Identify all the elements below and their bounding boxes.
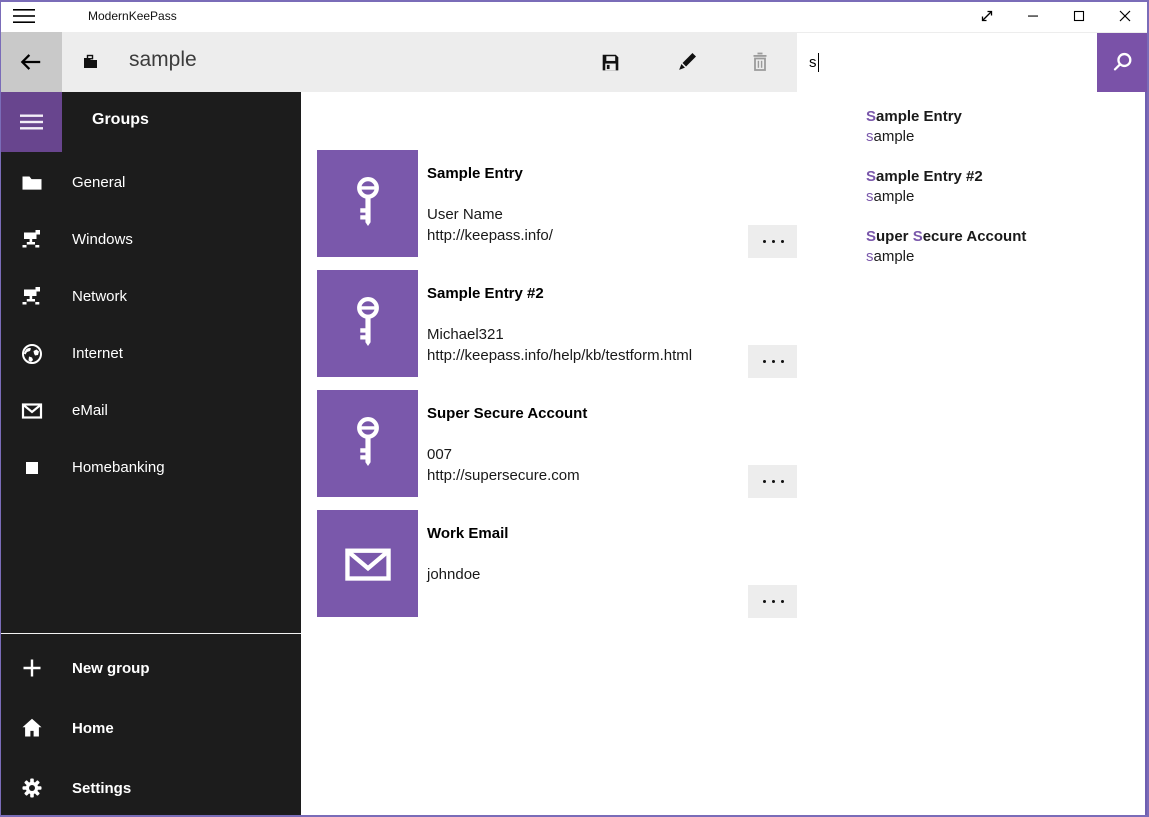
entry-title: Sample Entry #2 — [427, 285, 777, 302]
command-bar: sample s — [0, 32, 1149, 92]
search-submit-button[interactable] — [1097, 33, 1147, 92]
search-input[interactable]: s — [797, 33, 1097, 92]
window-border-left — [0, 0, 1, 817]
suggestion-item[interactable]: Sample Entry sample — [797, 98, 1145, 154]
envelope-icon — [339, 535, 397, 593]
trash-icon — [748, 50, 772, 74]
hamburger-icon[interactable] — [13, 8, 36, 30]
ellipsis-icon — [763, 600, 766, 603]
minimize-icon — [1021, 4, 1045, 28]
database-name: sample — [129, 48, 197, 72]
key-icon — [342, 174, 394, 234]
network-icon — [20, 228, 44, 252]
sidebar-action-new-group[interactable]: New group — [0, 639, 301, 697]
more-button[interactable] — [748, 345, 798, 378]
entry-title: Super Secure Account — [427, 405, 777, 422]
search-query-text: s — [809, 54, 817, 71]
suggestion-subtitle: sample — [866, 188, 1145, 205]
sidebar-item-network[interactable]: Network — [0, 268, 301, 325]
close-button[interactable] — [1102, 0, 1148, 32]
list-item[interactable]: Sample Entry User Name http://keepass.in… — [317, 150, 418, 257]
nav-hamburger-button[interactable] — [0, 92, 62, 152]
suggestion-item[interactable]: Sample Entry #2 sample — [797, 158, 1145, 214]
sidebar-item-internet[interactable]: Internet — [0, 325, 301, 382]
fullscreen-button[interactable] — [964, 0, 1010, 32]
entry-username: johndoe — [427, 564, 777, 585]
entry-username: Michael321 — [427, 324, 777, 345]
maximize-button[interactable] — [1056, 0, 1102, 32]
hamburger-icon — [18, 112, 45, 132]
entry-title: Work Email — [427, 525, 777, 542]
entry-url: http://keepass.info/ — [427, 225, 777, 246]
list-item[interactable]: Super Secure Account 007 http://supersec… — [317, 390, 418, 497]
suggestion-subtitle: sample — [866, 248, 1145, 265]
entry-tile — [317, 270, 418, 377]
entry-tile — [317, 510, 418, 617]
briefcase-icon — [82, 53, 99, 75]
more-button[interactable] — [748, 225, 798, 258]
globe-icon — [20, 342, 44, 366]
title-bar: ModernKeePass — [0, 0, 1149, 32]
entry-title: Sample Entry — [427, 165, 777, 182]
text-cursor — [818, 53, 819, 72]
sidebar-action-home[interactable]: Home — [0, 699, 301, 757]
network-icon — [20, 285, 44, 309]
minimize-button[interactable] — [1010, 0, 1056, 32]
more-button[interactable] — [748, 465, 798, 498]
key-icon — [342, 294, 394, 354]
sidebar-separator — [0, 633, 301, 634]
sidebar-item-general[interactable]: General — [0, 154, 301, 211]
home-icon — [20, 716, 44, 740]
entry-url: http://keepass.info/help/kb/testform.htm… — [427, 345, 777, 366]
search-icon — [1110, 50, 1135, 75]
window-border-top — [0, 0, 1149, 2]
edit-button[interactable] — [656, 32, 716, 92]
square-icon — [20, 456, 44, 480]
sidebar-action-settings[interactable]: Settings — [0, 759, 301, 817]
more-button[interactable] — [748, 585, 798, 618]
suggestion-subtitle: sample — [866, 128, 1145, 145]
save-button[interactable] — [580, 32, 640, 92]
suggestion-item[interactable]: Super Secure Account sample — [797, 218, 1145, 274]
ellipsis-icon — [763, 240, 766, 243]
sidebar-item-windows[interactable]: Windows — [0, 211, 301, 268]
ellipsis-icon — [763, 480, 766, 483]
groups-heading: Groups — [92, 111, 149, 129]
ellipsis-icon — [763, 360, 766, 363]
folder-icon — [20, 171, 44, 195]
list-item[interactable]: Work Email johndoe — [317, 510, 418, 617]
sidebar-item-homebanking[interactable]: Homebanking — [0, 439, 301, 496]
entry-tile — [317, 390, 418, 497]
search-suggestions-dropdown: Sample Entry sample Sample Entry #2 samp… — [797, 92, 1147, 815]
plus-icon — [20, 656, 44, 680]
sidebar: Groups General Windows Network Internet … — [0, 92, 301, 817]
key-icon — [342, 414, 394, 474]
delete-button[interactable] — [730, 32, 790, 92]
edit-icon — [674, 50, 699, 75]
expand-icon — [975, 4, 999, 28]
suggestion-title: Super Secure Account — [866, 228, 1145, 245]
entry-username: User Name — [427, 204, 777, 225]
list-item[interactable]: Sample Entry #2 Michael321 http://keepas… — [317, 270, 418, 377]
save-icon — [598, 50, 623, 75]
window-title: ModernKeePass — [88, 9, 177, 23]
back-button[interactable] — [0, 32, 62, 92]
suggestion-title: Sample Entry — [866, 108, 1145, 125]
entry-url: http://supersecure.com — [427, 465, 777, 486]
entry-tile — [317, 150, 418, 257]
gear-icon — [20, 776, 44, 800]
close-icon — [1113, 4, 1137, 28]
sidebar-item-email[interactable]: eMail — [0, 382, 301, 439]
back-arrow-icon — [18, 49, 44, 75]
suggestion-title: Sample Entry #2 — [866, 168, 1145, 185]
mail-icon — [20, 399, 44, 423]
entry-username: 007 — [427, 444, 777, 465]
maximize-icon — [1067, 4, 1091, 28]
